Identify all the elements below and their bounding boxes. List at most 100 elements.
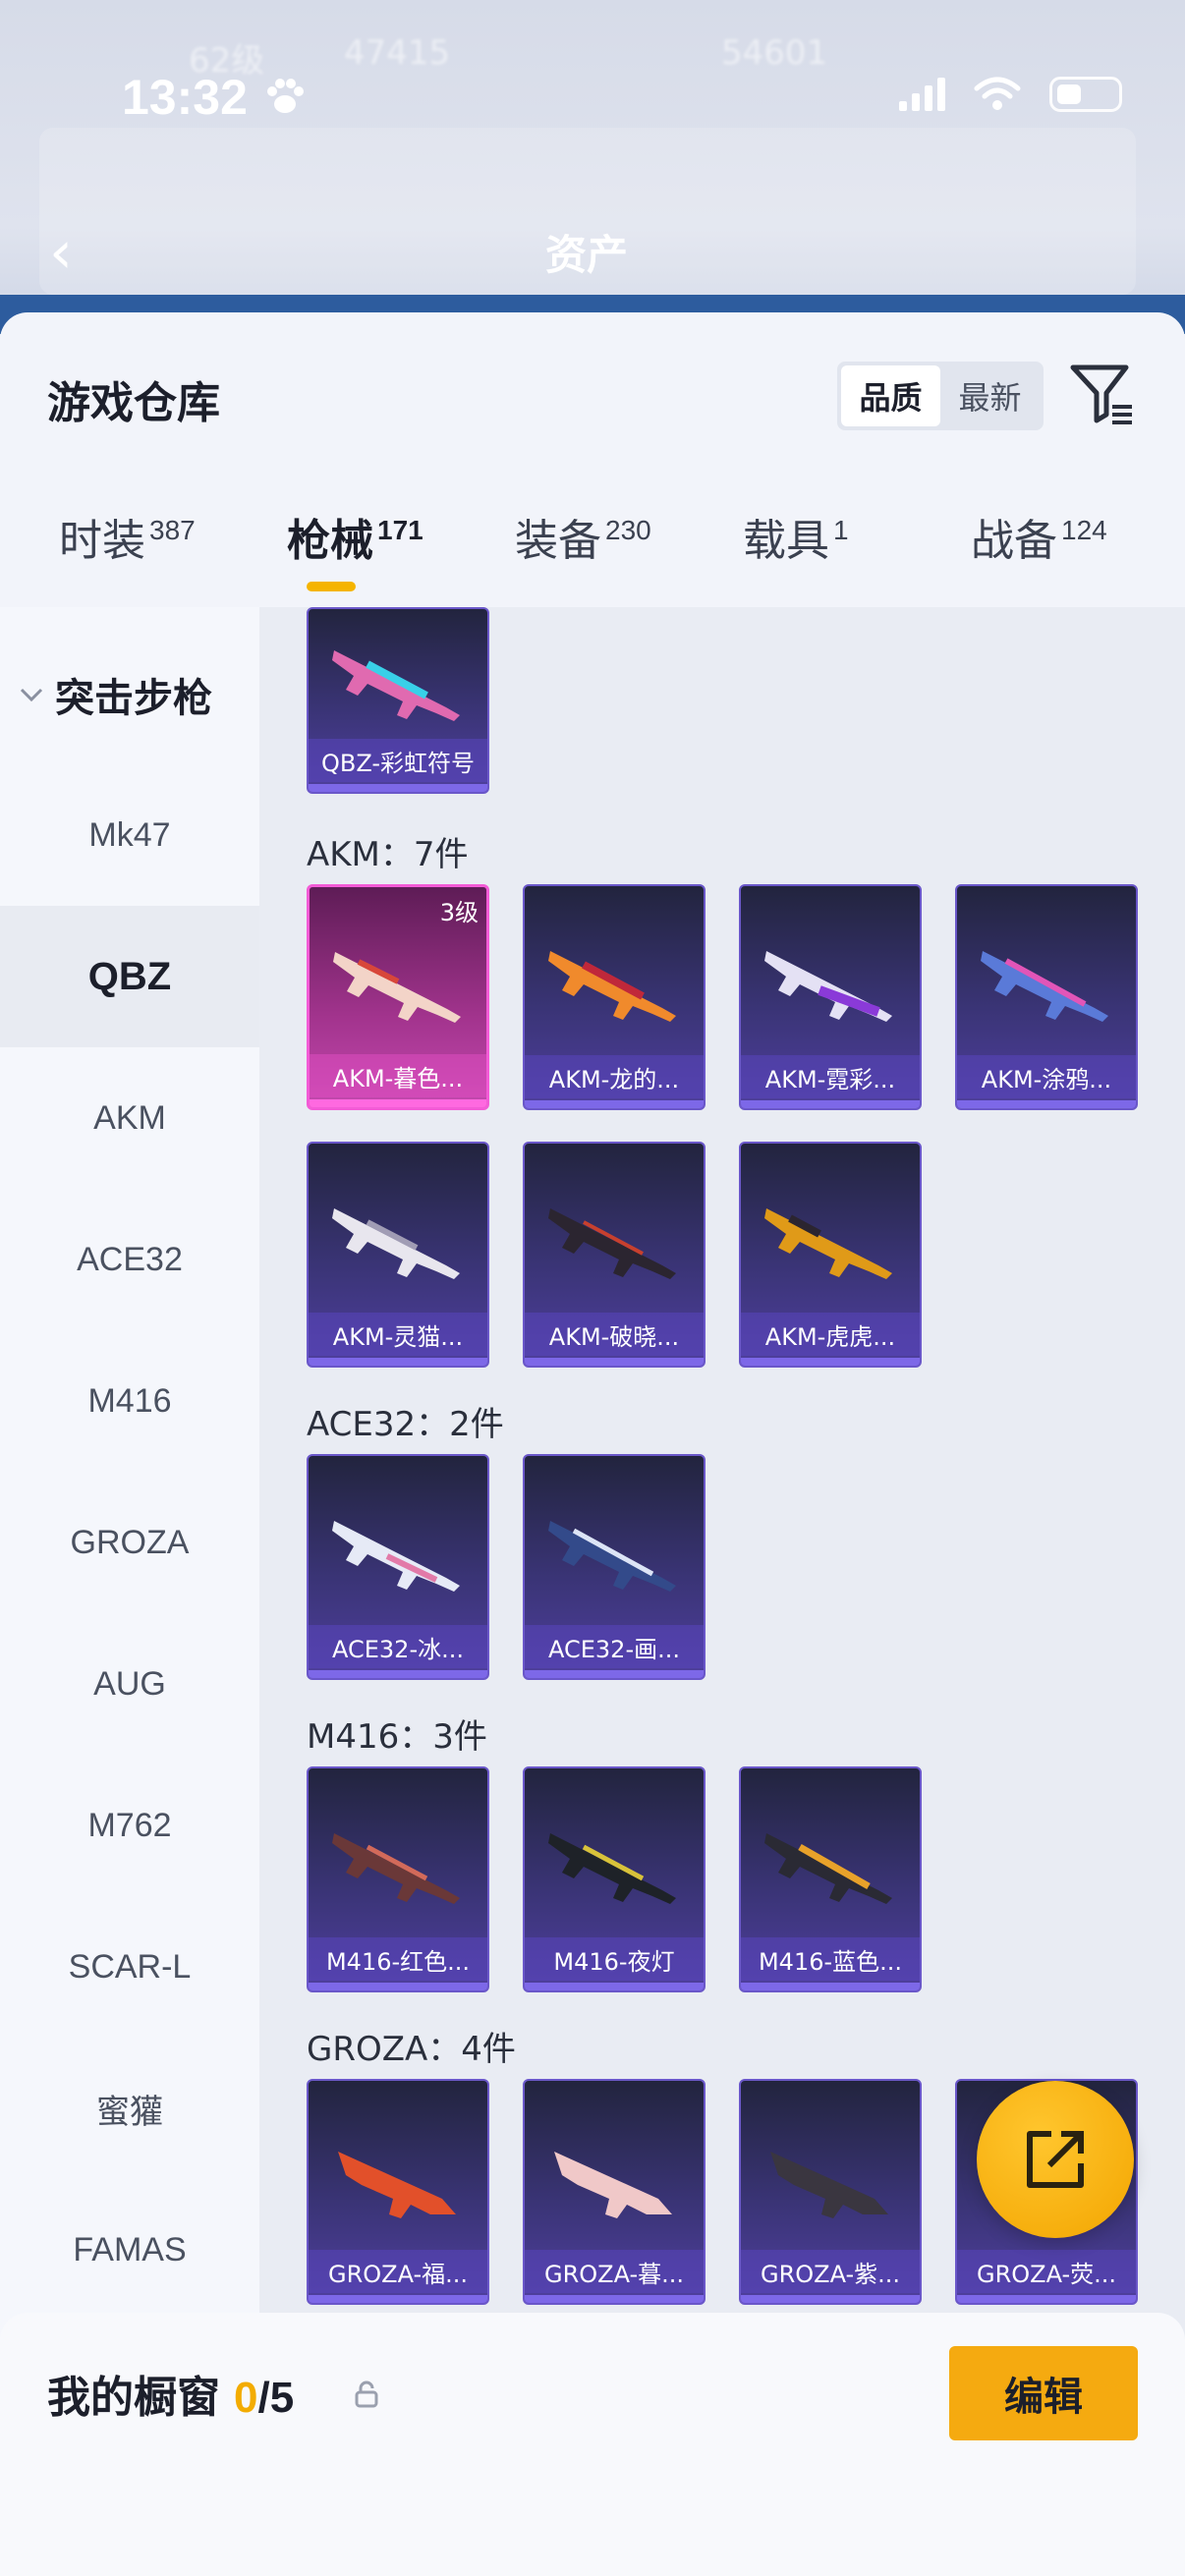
weapon-card[interactable]: GROZA-暮... — [523, 2079, 705, 2305]
page-title: 资产 — [545, 231, 629, 279]
weapon-grid: QBZ-彩虹符号 AKM：7件 3级 AKM-暮色... AKM-龙的... A… — [259, 607, 1185, 2576]
paw-icon — [267, 79, 304, 113]
weapon-card[interactable]: AKM-虎虎... — [739, 1142, 922, 1368]
share-button[interactable] — [977, 2081, 1134, 2238]
rifle-icon — [981, 951, 1108, 1022]
rifle-icon — [332, 1833, 460, 1904]
category-tabs: 时装 387 枪械 171 装备 230 载具 1 战备 124 — [0, 505, 1185, 603]
weapon-card[interactable]: GROZA-紫... — [739, 2079, 922, 2305]
background-score-b: 54601 — [721, 33, 828, 73]
sidebar-category[interactable]: 突击步枪 — [18, 666, 212, 723]
weapon-card[interactable]: AKM-破晓... — [523, 1142, 705, 1368]
rifle-icon — [548, 951, 676, 1022]
rarity-bar — [309, 2295, 487, 2303]
showcase-footer: 我的橱窗 0 /5 编辑 — [0, 2313, 1185, 2576]
tab-guns[interactable]: 枪械 171 — [287, 505, 423, 568]
sidebar-item-mk47[interactable]: Mk47 — [0, 764, 259, 906]
weapon-card[interactable]: AKM-龙的... — [523, 884, 705, 1110]
warehouse-sheet: 游戏仓库 品质 最新 时装 387 枪械 171 装备 230 载具 1 战备 124 突… — [0, 312, 1185, 2576]
weapon-card[interactable]: M416-夜灯 — [523, 1766, 705, 1992]
tab-indicator — [307, 582, 356, 591]
rarity-bar — [741, 1100, 920, 1108]
tab-equipment[interactable]: 装备 230 — [515, 505, 651, 568]
weapon-card[interactable]: AKM-灵猫... — [307, 1142, 489, 1368]
weapon-card-label: M416-红色... — [309, 1937, 487, 1981]
rarity-bar — [309, 1670, 487, 1678]
sheet-title: 游戏仓库 — [47, 378, 220, 428]
rarity-bar — [525, 1358, 704, 1366]
rarity-bar — [310, 1099, 486, 1107]
sidebar-item-honey-badger[interactable]: 蜜獾 — [0, 2038, 259, 2179]
sidebar-item-scar-l[interactable]: SCAR-L — [0, 1896, 259, 2038]
weapon-card-label: M416-夜灯 — [525, 1937, 704, 1981]
rifle-icon — [333, 952, 461, 1023]
weapon-card[interactable]: M416-红色... — [307, 1766, 489, 1992]
weapon-card-label: AKM-暮色... — [310, 1054, 486, 1097]
sidebar-item-m416[interactable]: M416 — [0, 1330, 259, 1472]
weapon-card[interactable]: AKM-涂鸦... — [955, 884, 1138, 1110]
battery-icon — [1049, 77, 1122, 112]
weapon-card-label: QBZ-彩虹符号 — [309, 739, 487, 782]
sidebar-item-aug[interactable]: AUG — [0, 1613, 259, 1755]
tab-fashion[interactable]: 时装 387 — [59, 505, 196, 568]
rarity-bar — [525, 1670, 704, 1678]
group-title-ace32: ACE32：2件 — [307, 1405, 504, 1444]
group-title-groza: GROZA：4件 — [307, 2030, 516, 2069]
weapon-card-label: GROZA-福... — [309, 2250, 487, 2293]
weapon-card[interactable]: QBZ-彩虹符号 — [307, 607, 489, 794]
sidebar-item-groza[interactable]: GROZA — [0, 1472, 259, 1613]
rifle-icon — [548, 1833, 676, 1904]
rifle-icon — [332, 1208, 460, 1279]
edit-button[interactable]: 编辑 — [949, 2346, 1138, 2440]
sidebar-item-m762[interactable]: M762 — [0, 1755, 259, 1896]
rifle-icon — [770, 2152, 888, 2218]
tab-supplies[interactable]: 战备 124 — [971, 505, 1107, 568]
status-time: 13:32 — [122, 70, 248, 125]
weapon-card[interactable]: GROZA-福... — [307, 2079, 489, 2305]
weapon-card[interactable]: ACE32-冰... — [307, 1454, 489, 1680]
weapon-card[interactable]: ACE32-画... — [523, 1454, 705, 1680]
weapon-card-label: AKM-涂鸦... — [957, 1055, 1136, 1098]
rifle-icon — [548, 1521, 676, 1592]
weapon-card[interactable]: AKM-霓彩... — [739, 884, 922, 1110]
weapon-card[interactable]: 3级 AKM-暮色... — [307, 884, 489, 1110]
rarity-bar — [957, 2295, 1136, 2303]
showcase-count: 0 — [234, 2374, 258, 2422]
wifi-icon — [974, 77, 1021, 110]
rarity-bar — [741, 1983, 920, 1990]
sidebar-item-akm[interactable]: AKM — [0, 1047, 259, 1189]
tab-vehicles[interactable]: 载具 1 — [743, 505, 849, 568]
sort-quality-button[interactable]: 品质 — [841, 365, 940, 426]
sidebar-item-famas[interactable]: FAMAS — [0, 2179, 259, 2321]
sidebar-category-label: 突击步枪 — [55, 676, 212, 721]
weapon-sidebar: 突击步枪 Mk47 QBZ AKM ACE32 M416 GROZA AUG M… — [0, 607, 259, 2576]
weapon-card-label: GROZA-荧... — [957, 2250, 1136, 2293]
weapon-card-label: AKM-破晓... — [525, 1313, 704, 1356]
back-chevron-icon[interactable]: ‹ — [49, 218, 73, 287]
rifle-icon — [548, 1208, 676, 1279]
weapon-card[interactable]: M416-蓝色... — [739, 1766, 922, 1992]
signal-icon — [899, 78, 945, 111]
rarity-bar — [309, 784, 487, 792]
sort-latest-button[interactable]: 最新 — [940, 365, 1040, 426]
weapon-card-label: AKM-霓彩... — [741, 1055, 920, 1098]
filter-icon[interactable] — [1067, 358, 1138, 428]
chevron-down-icon — [20, 688, 43, 702]
share-icon — [1027, 2131, 1084, 2188]
rarity-bar — [525, 1983, 704, 1990]
weapon-card-label: ACE32-冰... — [309, 1625, 487, 1668]
sidebar-item-qbz[interactable]: QBZ — [0, 906, 259, 1047]
showcase-label: 我的橱窗 0 /5 — [47, 2362, 294, 2425]
weapon-card-label: AKM-龙的... — [525, 1055, 704, 1098]
rarity-bar — [525, 2295, 704, 2303]
sidebar-item-ace32[interactable]: ACE32 — [0, 1189, 259, 1330]
rifle-icon — [332, 650, 460, 721]
lock-icon — [355, 2380, 378, 2408]
rarity-bar — [957, 1100, 1136, 1108]
weapon-card-label: AKM-灵猫... — [309, 1313, 487, 1356]
background-score-a: 47415 — [344, 33, 451, 73]
group-title-akm: AKM：7件 — [307, 835, 469, 874]
rifle-icon — [338, 2152, 456, 2218]
rifle-icon — [764, 1833, 892, 1904]
weapon-card-label: ACE32-画... — [525, 1625, 704, 1668]
